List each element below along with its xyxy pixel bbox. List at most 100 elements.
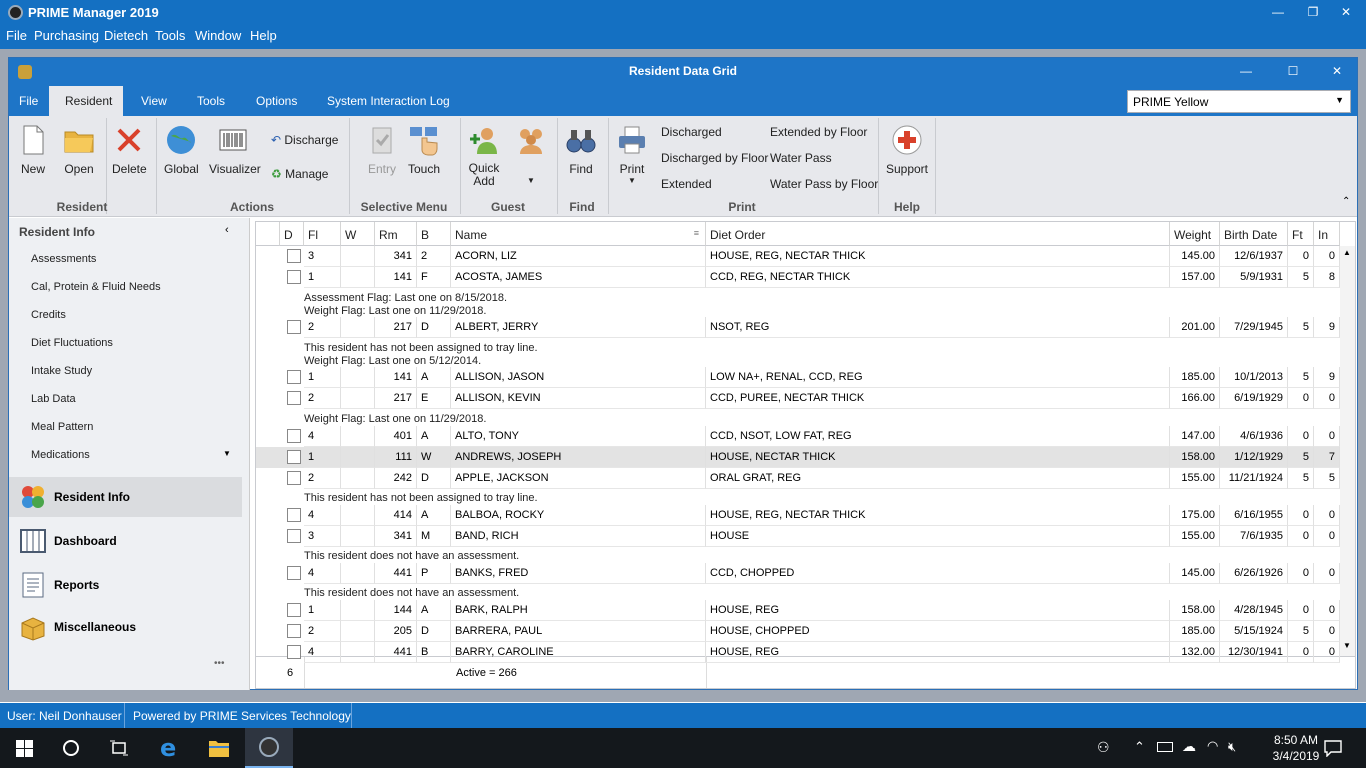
table-row[interactable]: 1 144 A BARK, RALPH HOUSE, REG 158.00 4/28/194… [256,600,1340,621]
global-button[interactable]: Global [164,124,199,176]
table-row[interactable]: 1 141 F ACOSTA, JAMES CCD, REG, NECTAR THICK… [256,267,1340,288]
table-row[interactable]: 2 217 D ALBERT, JERRY NSOT, REG 201.00 7/29/19… [256,317,1340,338]
menu-window[interactable]: Window [195,28,241,43]
column-header-w[interactable]: W [341,222,375,246]
row-checkbox[interactable] [287,566,301,580]
column-header-d[interactable]: D [280,222,304,246]
menu-file[interactable]: File [6,28,27,43]
table-row[interactable]: 2 217 E ALLISON, KEVIN CCD, PUREE, NECTAR TH… [256,388,1340,409]
column-header-b[interactable]: B [417,222,451,246]
row-checkbox[interactable] [287,624,301,638]
print-extended-by-floor-link[interactable]: Extended by Floor [770,125,867,139]
print-water-pass-link[interactable]: Water Pass [770,151,832,165]
row-checkbox[interactable] [287,508,301,522]
menu-tools[interactable]: Tools [155,28,185,43]
cortana-search-icon[interactable] [63,740,79,756]
row-checkbox[interactable] [287,471,301,485]
table-row[interactable]: 4 401 A ALTO, TONY CCD, NSOT, LOW FAT, REG 14… [256,426,1340,447]
nav-item-meal-pattern[interactable]: Meal Pattern [31,421,93,433]
row-checkbox[interactable] [287,429,301,443]
manage-button[interactable]: ♻ Manage [271,167,328,181]
tab-view[interactable]: View [141,94,167,108]
row-checkbox[interactable] [287,391,301,405]
row-checkbox[interactable] [287,249,301,263]
find-button[interactable]: Find [564,124,598,176]
column-header-in[interactable]: In [1314,222,1340,246]
scroll-down-icon[interactable]: ▼ [223,449,231,458]
theme-dropdown[interactable]: PRIME Yellow ▼ [1127,90,1351,113]
column-header-birth-date[interactable]: Birth Date [1220,222,1288,246]
row-checkbox[interactable] [287,450,301,464]
table-row[interactable]: 1 111 W ANDREWS, JOSEPH HOUSE, NECTAR THICK 1… [256,447,1340,468]
volume-muted-icon[interactable]: 🔇︎ [1228,739,1236,755]
collapse-ribbon-icon[interactable]: ⌃ [1342,196,1350,207]
window-close-button[interactable]: ✕ [1317,64,1357,78]
row-checkbox[interactable] [287,603,301,617]
table-row[interactable]: 3 341 2 ACORN, LIZ HOUSE, REG, NECTAR THICK 1… [256,246,1340,267]
nav-item-credits[interactable]: Credits [31,309,66,321]
people-icon[interactable]: ⚇ [1097,739,1110,756]
scroll-down-icon[interactable]: ▼ [1343,641,1351,650]
table-row[interactable]: 2 205 D BARRERA, PAUL HOUSE, CHOPPED 185.00 5/… [256,621,1340,642]
row-checkbox[interactable] [287,529,301,543]
print-extended-link[interactable]: Extended [661,177,712,191]
quick-add-button[interactable]: Quick Add [467,124,501,188]
task-view-icon[interactable] [110,740,128,756]
tab-tools[interactable]: Tools [197,94,225,108]
vertical-scrollbar[interactable]: ▲ ▼ [1340,246,1355,656]
guest-group-button[interactable]: ▼ [514,124,548,185]
column-header-rm[interactable]: Rm [375,222,417,246]
edge-browser-icon[interactable]: e [160,734,176,762]
nav-item-cal-protein-fluid[interactable]: Cal, Protein & Fluid Needs [31,281,161,293]
column-header-ft[interactable]: Ft [1288,222,1314,246]
wifi-icon[interactable]: ◠ [1207,738,1218,754]
column-header-weight[interactable]: Weight [1170,222,1220,246]
touch-button[interactable]: Touch [407,124,441,176]
battery-icon[interactable] [1157,742,1173,752]
column-header-name[interactable]: Name ≡ [451,222,706,246]
nav-item-lab-data[interactable]: Lab Data [31,393,76,405]
windows-start-icon[interactable] [16,740,33,757]
nav-section-resident-info[interactable]: Resident Info [9,477,242,517]
discharge-button[interactable]: ↶ Discharge [271,133,338,147]
print-button[interactable]: Print ▼ [615,124,649,185]
column-header-fl[interactable]: Fl [304,222,341,246]
scroll-up-icon[interactable]: ▲ [1343,248,1351,257]
visualizer-button[interactable]: Visualizer [209,124,261,176]
row-checkbox[interactable] [287,270,301,284]
nav-item-medications[interactable]: Medications [31,449,90,461]
window-maximize-button[interactable]: ☐ [1273,64,1313,78]
nav-section-reports[interactable]: Reports [9,565,242,605]
file-explorer-icon[interactable] [208,738,230,758]
open-button[interactable]: Open [63,124,95,176]
collapse-pane-icon[interactable]: ‹ [225,224,229,236]
tab-resident[interactable]: Resident [65,94,112,108]
delete-button[interactable]: Delete [112,124,147,176]
new-button[interactable]: New [17,124,49,176]
table-row[interactable]: 4 414 A BALBOA, ROCKY HOUSE, REG, NECTAR THI… [256,505,1340,526]
prime-manager-taskbar-button[interactable] [245,728,293,768]
table-row[interactable]: 3 341 M BAND, RICH HOUSE 155.00 7/6/1935 0 0 [256,526,1340,547]
column-header-diet-order[interactable]: Diet Order [706,222,1170,246]
menu-help[interactable]: Help [250,28,277,43]
table-row[interactable]: 2 242 D APPLE, JACKSON ORAL GRAT, REG 155.00 1… [256,468,1340,489]
tab-file[interactable]: File [19,94,38,108]
print-discharged-by-floor-link[interactable]: Discharged by Floor [661,151,768,165]
more-options-icon[interactable]: ••• [214,658,225,669]
onedrive-cloud-icon[interactable]: ☁ [1182,738,1196,755]
row-checkbox[interactable] [287,320,301,334]
row-checkbox[interactable] [287,370,301,384]
tab-options[interactable]: Options [256,94,297,108]
app-minimize-button[interactable]: — [1258,5,1298,19]
menu-purchasing[interactable]: Purchasing [34,28,99,43]
print-water-pass-by-floor-link[interactable]: Water Pass by Floor [770,177,878,191]
print-discharged-link[interactable]: Discharged [661,125,722,139]
table-row[interactable]: 1 141 A ALLISON, JASON LOW NA+, RENAL, CCD, … [256,367,1340,388]
support-button[interactable]: Support [885,124,929,176]
nav-item-assessments[interactable]: Assessments [31,253,96,265]
table-row[interactable]: 4 441 P BANKS, FRED CCD, CHOPPED 145.00 6/26/1… [256,563,1340,584]
table-row[interactable]: 4 441 B BARRY, CAROLINE HOUSE, REG 132.00 12/3… [256,642,1340,663]
nav-item-intake-study[interactable]: Intake Study [31,365,92,377]
tab-system-interaction-log[interactable]: System Interaction Log [327,94,450,108]
window-minimize-button[interactable]: — [1226,64,1266,78]
